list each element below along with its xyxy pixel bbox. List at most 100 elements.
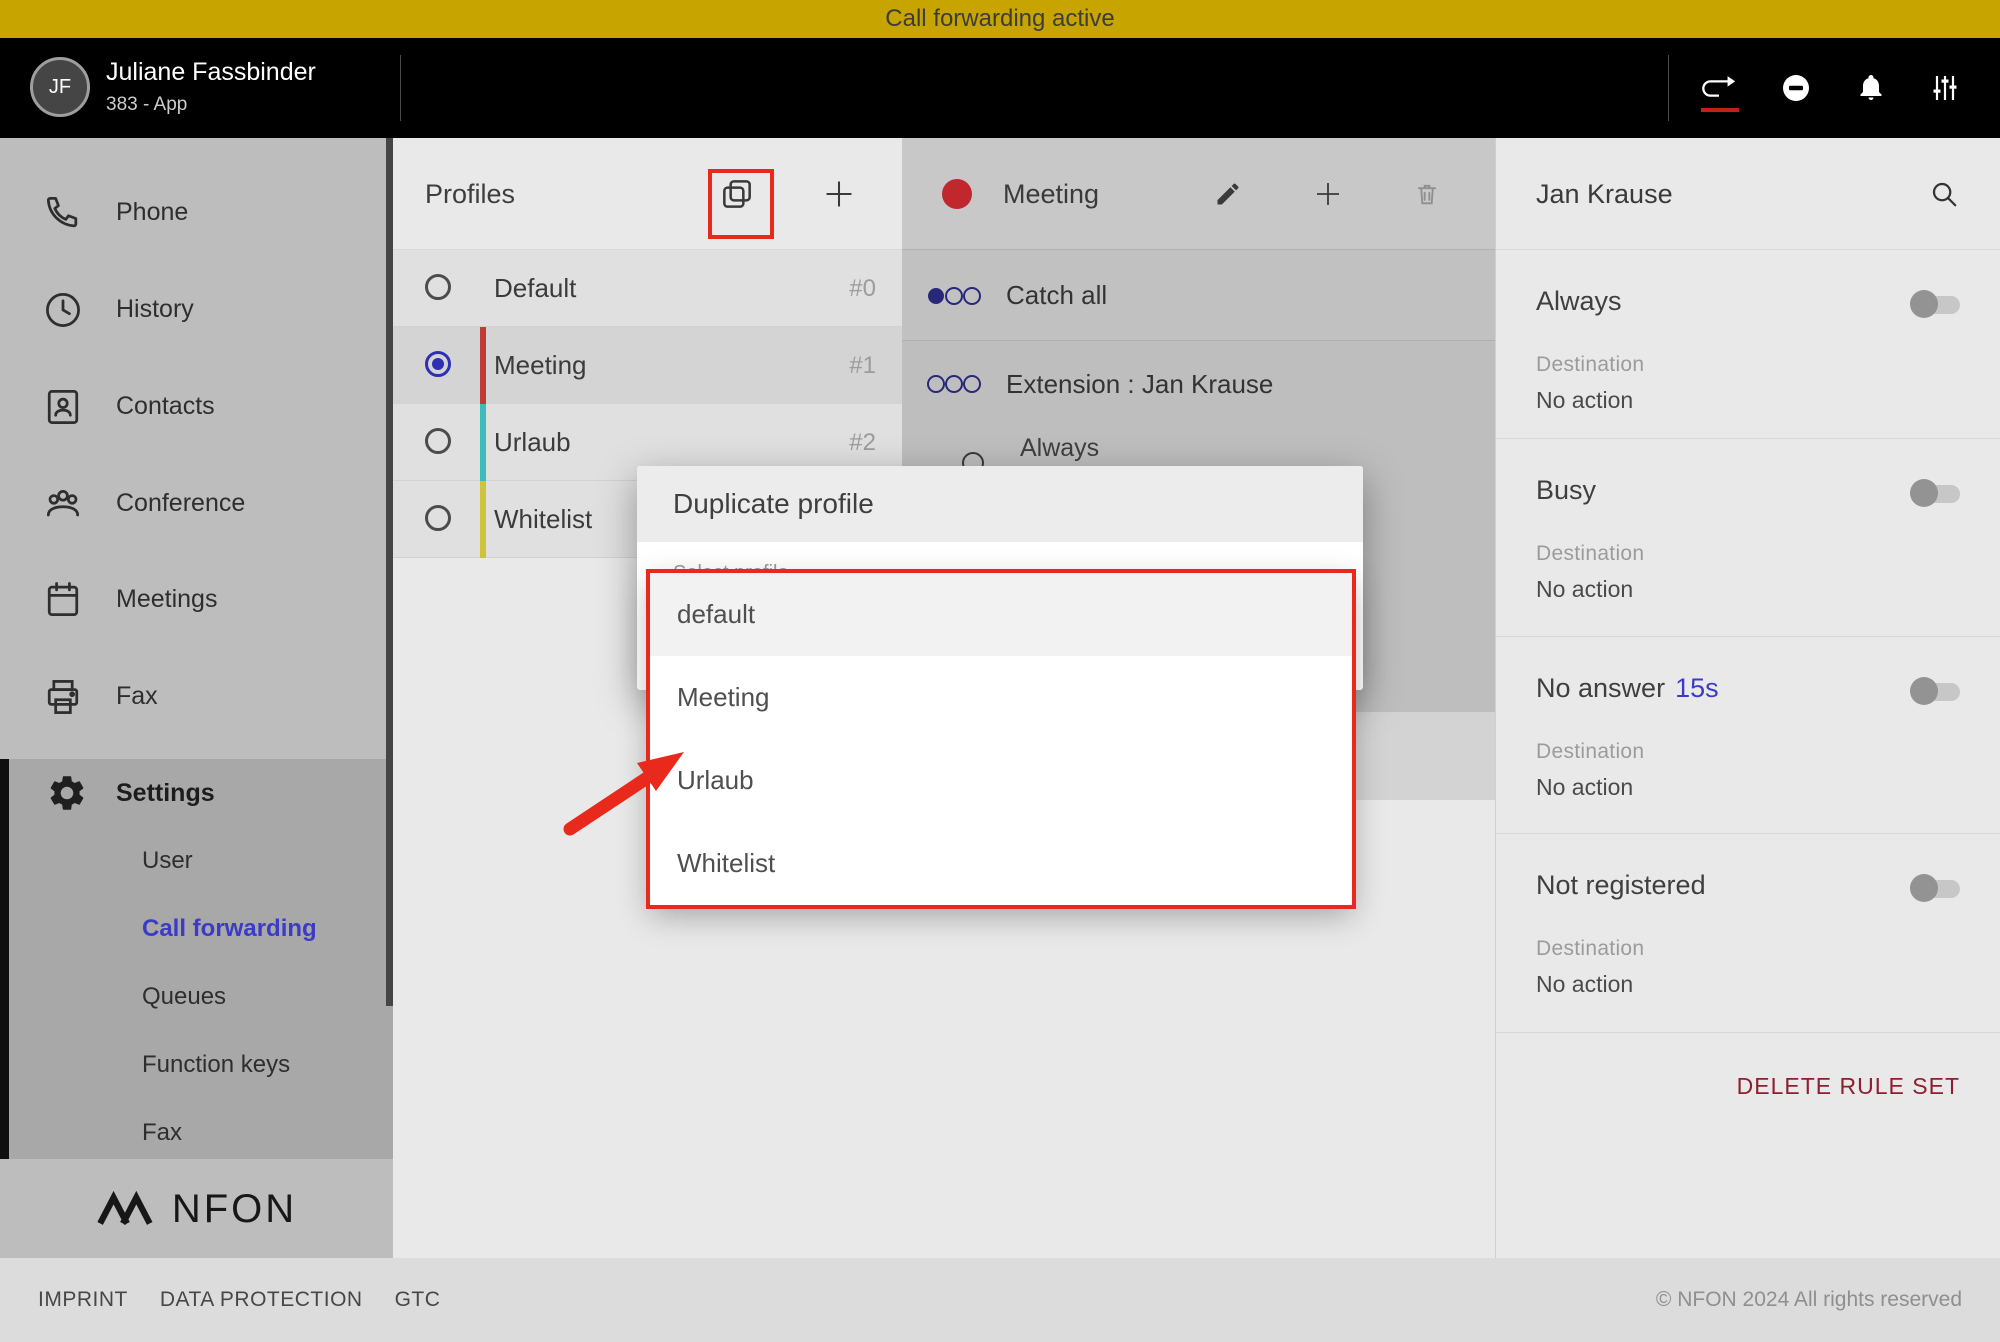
destination-value[interactable]: No action (1536, 774, 1960, 801)
imprint-link[interactable]: IMPRINT (38, 1288, 128, 1312)
sidebar-item-call-forwarding[interactable]: Call forwarding (0, 895, 393, 963)
profile-row-meeting[interactable]: Meeting #1 (393, 327, 902, 404)
avatar[interactable]: JF (30, 57, 90, 117)
sidebar-item-label: Settings (116, 779, 215, 808)
call-forwarding-rules-panel: Jan Krause Always Destination No action … (1496, 138, 2000, 1258)
profile-accent-bar (480, 327, 486, 404)
footer: IMPRINT DATA PROTECTION GTC © NFON 2024 … (0, 1258, 2000, 1342)
always-toggle[interactable] (1914, 296, 1960, 314)
radio-default[interactable] (425, 274, 451, 300)
catch-all-label: Catch all (1006, 250, 1107, 341)
settings-active-bar (0, 759, 9, 1159)
call-forwarding-icon (1700, 73, 1738, 103)
search-button[interactable] (1928, 178, 1960, 210)
sidebar-item-fax[interactable]: Fax (0, 648, 393, 745)
sidebar-item-user[interactable]: User (0, 827, 393, 895)
destination-value[interactable]: No action (1536, 387, 1960, 414)
delete-rule-set-button[interactable]: DELETE RULE SET (1737, 1073, 1960, 1099)
data-protection-link[interactable]: DATA PROTECTION (160, 1288, 363, 1312)
profile-accent-bar (480, 404, 486, 481)
rule-name: Busy (1536, 475, 1596, 505)
rule-section-no-answer: No answer15s Destination No action (1496, 637, 2000, 834)
sidebar-item-label: Fax (116, 682, 158, 711)
phone-icon (40, 190, 86, 236)
not-registered-toggle[interactable] (1914, 880, 1960, 898)
radio-urlaub[interactable] (425, 428, 451, 454)
edit-profile-button[interactable] (1213, 179, 1243, 209)
profile-name: Meeting (494, 327, 587, 404)
audio-settings-button[interactable] (1921, 64, 1969, 112)
app-window: Call forwarding active JF Juliane Fassbi… (0, 0, 2000, 1342)
destination-value[interactable]: No action (1536, 576, 1960, 603)
add-profile-button[interactable] (817, 172, 861, 216)
no-answer-toggle[interactable] (1914, 683, 1960, 701)
profile-row-default[interactable]: Default #0 (393, 250, 902, 327)
calendar-icon (40, 577, 86, 623)
duplicate-profile-button[interactable] (715, 172, 759, 216)
sidebar-item-settings-fax[interactable]: Fax (0, 1099, 393, 1167)
dropdown-option-meeting[interactable]: Meeting (650, 656, 1352, 739)
rule-name: Not registered (1536, 870, 1706, 900)
dropdown-option-urlaub[interactable]: Urlaub (650, 739, 1352, 822)
sidebar: Phone History Contacts (0, 138, 393, 1258)
catch-all-row[interactable]: Catch all (902, 250, 1495, 341)
destination-label: Destination (1536, 353, 1960, 377)
bell-icon (1856, 73, 1886, 103)
trash-icon (1413, 180, 1441, 208)
profile-detail-title: Meeting (1003, 138, 1099, 250)
contact-card-icon (40, 384, 86, 430)
sidebar-item-settings[interactable]: Settings (0, 759, 393, 827)
call-forwarding-active-indicator (1701, 108, 1739, 112)
dialog-header: Duplicate profile (637, 466, 1363, 542)
sidebar-item-label: Conference (116, 489, 245, 518)
do-not-disturb-button[interactable] (1772, 64, 1820, 112)
settings-section: Settings User Call forwarding Queues Fun… (0, 759, 393, 1159)
profile-name: Whitelist (494, 481, 592, 558)
notifications-button[interactable] (1847, 64, 1895, 112)
catch-all-icon (926, 283, 982, 309)
add-rule-button[interactable] (1313, 179, 1343, 209)
profile-name: Urlaub (494, 404, 571, 481)
header-divider (1668, 55, 1669, 121)
sliders-icon (1930, 73, 1960, 103)
rules-header: Jan Krause (1496, 138, 2000, 250)
destination-label: Destination (1536, 937, 1960, 961)
call-forwarding-button[interactable] (1695, 64, 1743, 112)
sidebar-item-label: Meetings (116, 585, 217, 614)
sidebar-item-phone[interactable]: Phone (0, 164, 393, 261)
always-label: Always (1020, 428, 1099, 468)
nfon-logo-icon (96, 1188, 158, 1230)
pencil-icon (1214, 180, 1242, 208)
rule-section-not-registered: Not registered Destination No action (1496, 834, 2000, 1033)
rule-suffix[interactable]: 15s (1675, 673, 1719, 703)
rule-section-always: Always Destination No action (1496, 250, 2000, 439)
nfon-logo-text: NFON (172, 1187, 297, 1232)
destination-value[interactable]: No action (1536, 971, 1960, 998)
destination-label: Destination (1536, 542, 1960, 566)
user-name: Juliane Fassbinder (106, 58, 316, 87)
gtc-link[interactable]: GTC (395, 1288, 441, 1312)
radio-meeting[interactable] (425, 351, 451, 377)
sidebar-item-contacts[interactable]: Contacts (0, 358, 393, 455)
rule-name: No answer (1536, 673, 1665, 703)
sidebar-item-history[interactable]: History (0, 261, 393, 358)
banner-text: Call forwarding active (885, 5, 1114, 33)
sidebar-item-label: Contacts (116, 392, 215, 421)
do-not-disturb-icon (1781, 73, 1811, 103)
sidebar-item-conference[interactable]: Conference (0, 455, 393, 552)
busy-toggle[interactable] (1914, 485, 1960, 503)
sidebar-item-meetings[interactable]: Meetings (0, 551, 393, 648)
dropdown-option-whitelist[interactable]: Whitelist (650, 822, 1352, 905)
sidebar-scrollbar[interactable] (386, 138, 393, 1006)
dropdown-option-default[interactable]: default (650, 573, 1352, 656)
sidebar-item-function-keys[interactable]: Function keys (0, 1031, 393, 1099)
profile-number: #0 (849, 250, 876, 327)
sidebar-item-queues[interactable]: Queues (0, 963, 393, 1031)
plus-icon (1313, 178, 1343, 210)
rule-section-busy: Busy Destination No action (1496, 439, 2000, 637)
delete-rule-button[interactable] (1412, 179, 1442, 209)
profile-name: Default (494, 250, 576, 327)
radio-whitelist[interactable] (425, 505, 451, 531)
profiles-header: Profiles (393, 138, 902, 250)
profile-color-dot (942, 179, 972, 209)
